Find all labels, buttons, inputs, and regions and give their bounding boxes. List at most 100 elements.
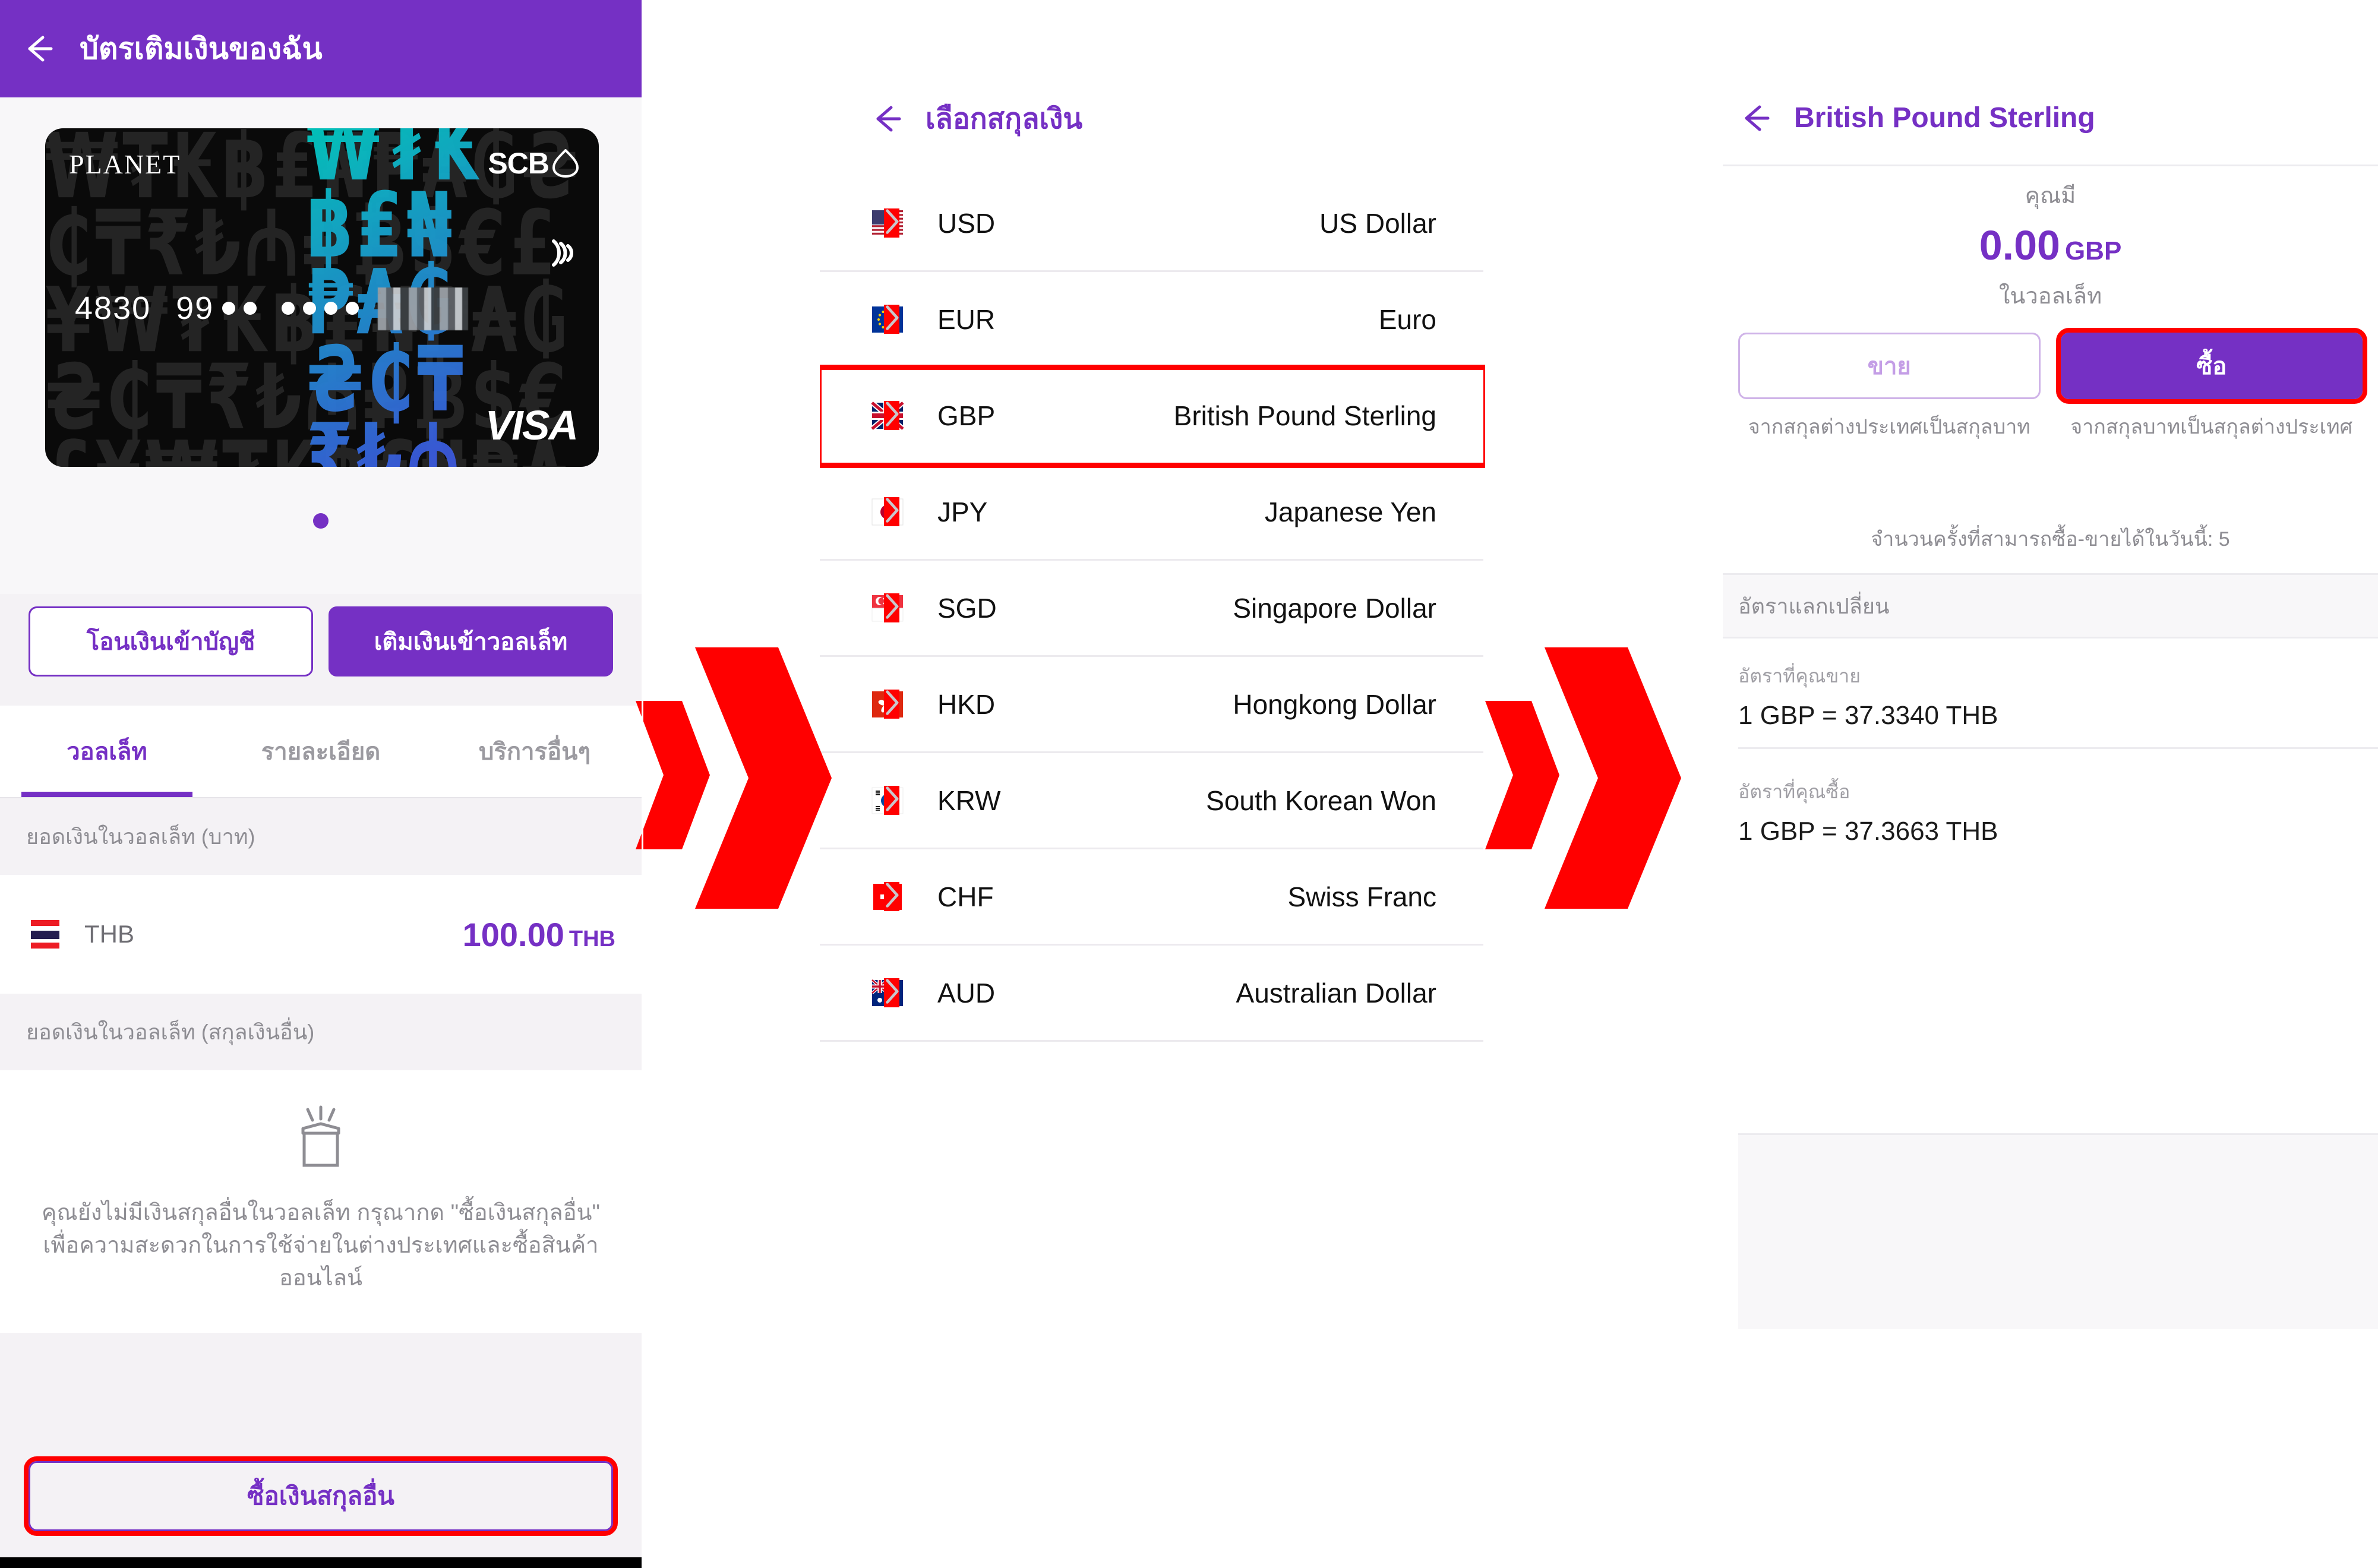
currency-name: Euro (1378, 304, 1436, 335)
card-number-masked-region (378, 287, 468, 330)
currency-code: CHF (937, 881, 994, 912)
currency-name: Swiss Franc (1287, 881, 1436, 912)
currency-row-aud[interactable]: AUD Australian Dollar (820, 946, 1485, 1042)
currency-code: KRW (937, 785, 1001, 816)
currency-row-hkd[interactable]: HKD Hongkong Dollar (820, 657, 1485, 753)
wallet-amount-currency: THB (569, 926, 615, 951)
fx-empty-block (1738, 1133, 2378, 1329)
tab-other-services[interactable]: บริการอื่นๆ (428, 706, 642, 797)
fx-rate-sell-value: 1 GBP = 37.3340 THB (1738, 701, 1998, 730)
currency-detail-screen: British Pound Sterling คุณมี 0.00 GBP ในว… (1723, 0, 2378, 1568)
currency-code: AUD (937, 977, 996, 1009)
select-currency-screen: เลือกสกุลเงิน USD US Dollar EUR Euro GBP Brit… (820, 0, 1485, 1568)
fx-rate-sell-label: อัตราที่คุณขาย (1738, 665, 1861, 687)
card-network-visa: VISA (485, 402, 579, 448)
card-action-buttons: โอนเงินเข้าบัญชี เติมเงินเข้าวอลเล็ท (0, 594, 642, 689)
card-number-prefix: 4830 (75, 290, 151, 326)
wallet-amount: 100.00 THB (463, 915, 615, 954)
currency-code: HKD (937, 688, 996, 720)
flow-arrow-group-2 (1479, 0, 1681, 1568)
currency-row-eur[interactable]: EUR Euro (820, 272, 1485, 368)
double-chevron-right-icon (636, 701, 710, 849)
currency-name: Australian Dollar (1236, 977, 1436, 1009)
currency-row-jpy[interactable]: JPY Japanese Yen (820, 464, 1485, 561)
card-bank-logo: SCB (488, 146, 579, 181)
page-title: บัตรเติมเงินของฉัน (80, 31, 323, 65)
double-chevron-right-icon (1545, 647, 1681, 909)
carousel-dot[interactable] (313, 513, 329, 529)
chevron-right-icon (884, 593, 899, 623)
currency-row-chf[interactable]: CHF Swiss Franc (820, 849, 1485, 946)
back-arrow-icon[interactable] (21, 31, 56, 66)
currency-row-sgd[interactable]: SGD Singapore Dollar (820, 561, 1485, 657)
currency-code: SGD (937, 592, 997, 624)
wallet-other-section-label: ยอดเงินในวอลเล็ท (สกุลเงินอื่น) (0, 994, 642, 1070)
currency-detail-title: British Pound Sterling (1794, 102, 2095, 134)
transfer-to-account-button[interactable]: โอนเงินเข้าบัญชี (29, 606, 313, 676)
sell-action: ขาย จากสกุลต่างประเทศเป็นสกุลบาท (1738, 333, 2041, 442)
back-arrow-icon[interactable] (870, 102, 904, 136)
currency-code: USD (937, 207, 996, 239)
screenshot-stage: บัตรเติมเงินของฉัน ₩₮₭฿₤₦₱₳₲₴₵₸₹₺₼₽₿$€£¥… (0, 0, 2378, 1568)
wallet-balance-row-thb[interactable]: THB 100.00 THB (0, 875, 642, 994)
double-chevron-right-icon (1485, 701, 1559, 849)
wallet-content: ยอดเงินในวอลเล็ท (บาท) THB 100.00 THB ยอด… (0, 798, 642, 1333)
bottom-action-bar: ซื้อเงินสกุลอื่น (0, 1449, 642, 1568)
currency-name: South Korean Won (1206, 785, 1436, 816)
card-number-second: 99 (176, 290, 214, 326)
fx-rate-buy-label: อัตราที่คุณซื้อ (1738, 781, 1850, 802)
fx-rate-sell: อัตราที่คุณขาย 1 GBP = 37.3340 THB (1723, 644, 2378, 748)
middle-header: เลือกสกุลเงิน (820, 71, 1485, 166)
bottom-nav-strip (0, 1557, 642, 1568)
tab-wallet[interactable]: วอลเล็ท (0, 706, 214, 797)
scb-leaf-icon (552, 149, 579, 178)
sell-button[interactable]: ขาย (1738, 333, 2041, 399)
chevron-right-icon (884, 881, 899, 912)
currency-row-gbp[interactable]: GBP British Pound Sterling (820, 365, 1485, 468)
fx-rate-buy-value: 1 GBP = 37.3663 THB (1738, 817, 1998, 846)
empty-box-icon (285, 1102, 356, 1177)
wallet-amount-value: 100.00 (462, 915, 564, 953)
card-carousel: ₩₮₭฿₤₦₱₳₲₴₵₸₹₺₼₽₿$€£¥₩₮₭฿₤₦₱₳₲₴₵₸₹₺₼₽₿$€… (0, 97, 642, 594)
card-brand-planet: PLANET (69, 149, 181, 179)
chevron-right-icon (884, 785, 899, 815)
currency-code: JPY (937, 496, 988, 527)
currency-balance-block: คุณมี 0.00 GBP ในวอลเล็ท (1723, 168, 2378, 323)
wallet-currency-code: THB (84, 920, 134, 948)
chevron-right-icon (884, 689, 899, 719)
chevron-right-icon (884, 304, 899, 334)
currency-name: Japanese Yen (1264, 496, 1436, 527)
in-wallet-label: ในวอลเล็ท (1998, 284, 2102, 309)
my-card-screen: บัตรเติมเงินของฉัน ₩₮₭฿₤₦₱₳₲₴₵₸₹₺₼₽₿$€£¥… (0, 0, 642, 1568)
buy-sell-actions: ขาย จากสกุลต่างประเทศเป็นสกุลบาท ซื้อ จา… (1723, 328, 2378, 442)
currency-row-krw[interactable]: KRW South Korean Won (820, 753, 1485, 849)
fx-rate-buy: อัตราที่คุณซื้อ 1 GBP = 37.3663 THB (1723, 760, 2378, 864)
panel-divider-1 (642, 0, 643, 1568)
wallet-tabs: วอลเล็ท รายละเอียด บริการอื่นๆ (0, 706, 642, 798)
flow-arrow-group-1 (630, 0, 832, 1568)
currency-name: US Dollar (1319, 207, 1436, 239)
currency-code: GBP (937, 400, 996, 431)
thailand-flag-icon (26, 915, 64, 953)
contactless-icon (543, 234, 581, 272)
double-chevron-right-icon (695, 647, 832, 909)
tab-details[interactable]: รายละเอียด (214, 706, 428, 797)
currency-name: British Pound Sterling (1173, 400, 1436, 431)
daily-transaction-limit: จำนวนครั้งที่สามารถซื้อ-ขายได้ในวันนี้: … (1871, 528, 2230, 551)
buy-other-currency-button[interactable]: ซื้อเงินสกุลอื่น (24, 1456, 618, 1536)
currency-row-usd[interactable]: USD US Dollar (820, 176, 1485, 272)
chevron-right-icon (884, 208, 899, 238)
fx-divider (1738, 747, 2378, 749)
buy-button[interactable]: ซื้อ (2055, 328, 2367, 404)
planet-card[interactable]: ₩₮₭฿₤₦₱₳₲₴₵₸₹₺₼₽₿$€£¥₩₮₭฿₤₦₱₳₲₴₵₸₹₺₼₽₿$€… (45, 128, 599, 467)
buy-action: ซื้อ จากสกุลบาทเป็นสกุลต่างประเทศ (2055, 328, 2367, 442)
card-number: 4830 99 (75, 290, 359, 327)
currency-code: EUR (937, 304, 996, 335)
sell-caption: จากสกุลต่างประเทศเป็นสกุลบาท (1748, 416, 2030, 438)
topup-wallet-button[interactable]: เติมเงินเข้าวอลเล็ท (329, 606, 613, 676)
currency-balance-value: 0.00 (1979, 222, 2060, 268)
panel-divider-2 (1483, 0, 1485, 1568)
back-arrow-icon[interactable] (1738, 101, 1773, 135)
exchange-rate-section-header: อัตราแลกเปลี่ยน (1723, 573, 2378, 638)
currency-name: Singapore Dollar (1233, 592, 1436, 624)
